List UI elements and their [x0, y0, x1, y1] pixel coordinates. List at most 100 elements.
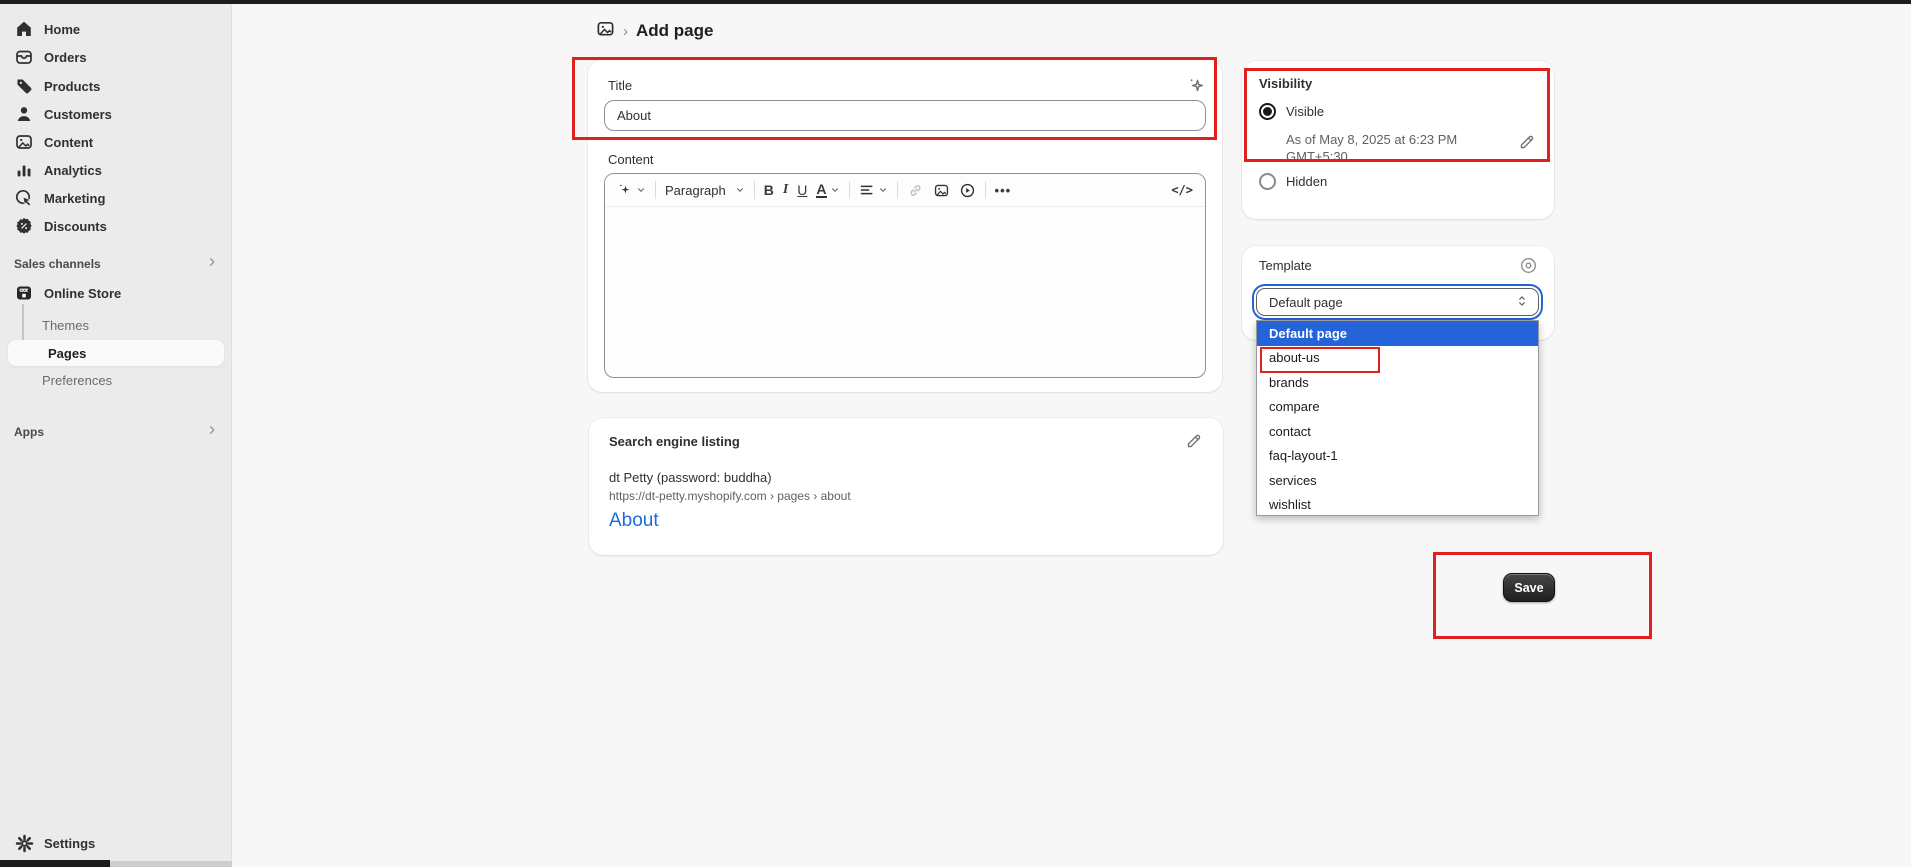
sidebar-item-settings[interactable]: Settings — [8, 830, 224, 856]
breadcrumb-separator: › — [623, 23, 628, 40]
visible-since-text: As of May 8, 2025 at 6:23 PM GMT+5:30 — [1286, 131, 1457, 165]
dropdown-option-contact[interactable]: contact — [1257, 419, 1538, 444]
gear-icon — [14, 833, 34, 853]
shopify-admin-add-page: Home Orders Products Customers Content A… — [0, 0, 1911, 867]
ai-sparkle-button[interactable] — [617, 182, 646, 198]
underline-button[interactable]: U — [797, 182, 807, 198]
template-dropdown-menu: Default page about-us brands compare con… — [1256, 320, 1539, 516]
italic-button[interactable]: I — [783, 182, 788, 198]
sidebar-item-label: Content — [44, 135, 93, 150]
seo-url: https://dt-petty.myshopify.com › pages ›… — [609, 489, 851, 503]
sidebar-item-orders[interactable]: Orders — [8, 44, 224, 70]
sidebar-item-pages[interactable]: Pages — [8, 340, 224, 366]
sidebar-item-label: Pages — [48, 346, 86, 361]
customers-icon — [14, 104, 34, 124]
visibility-heading: Visibility — [1259, 76, 1312, 91]
radio-selected-icon[interactable] — [1259, 103, 1276, 120]
search-engine-listing-card: Search engine listing dt Petty (password… — [589, 418, 1223, 555]
template-selected-value: Default page — [1269, 295, 1343, 310]
home-icon — [14, 19, 34, 39]
sidebar-section-apps[interactable]: Apps — [8, 419, 224, 445]
sidebar-item-customers[interactable]: Customers — [8, 101, 224, 127]
dropdown-option-compare[interactable]: compare — [1257, 395, 1538, 420]
sidebar-item-analytics[interactable]: Analytics — [8, 157, 224, 183]
insert-image-icon[interactable] — [933, 182, 950, 199]
sidebar-item-themes[interactable]: Themes — [8, 312, 224, 338]
chevron-right-icon — [206, 423, 218, 441]
select-updown-icon — [1516, 294, 1528, 311]
paragraph-style-dropdown[interactable]: Paragraph — [665, 183, 745, 198]
marketing-icon — [14, 188, 34, 208]
sidebar-item-discounts[interactable]: Discounts — [8, 213, 224, 239]
page-editor-card: Title Content Paragraph B I U A — [588, 60, 1222, 392]
dropdown-option-faq-layout-1[interactable]: faq-layout-1 — [1257, 444, 1538, 469]
sidebar-item-products[interactable]: Products — [8, 73, 224, 99]
insert-video-icon[interactable] — [959, 182, 976, 199]
sidebar-item-preferences[interactable]: Preferences — [8, 367, 224, 393]
edit-pencil-icon[interactable] — [1518, 133, 1536, 151]
apps-header-label: Apps — [14, 425, 44, 439]
toolbar-divider — [897, 181, 898, 199]
dropdown-option-default-page[interactable]: Default page — [1257, 321, 1538, 346]
sidebar-item-home[interactable]: Home — [8, 16, 224, 42]
hidden-radio-label: Hidden — [1286, 174, 1327, 189]
pages-breadcrumb-icon[interactable] — [596, 19, 615, 43]
toolbar-divider — [849, 181, 850, 199]
view-eye-icon[interactable] — [1519, 256, 1538, 275]
template-label: Template — [1259, 258, 1312, 273]
dropdown-option-brands[interactable]: brands — [1257, 370, 1538, 395]
link-icon[interactable] — [907, 182, 924, 199]
title-input[interactable] — [604, 100, 1206, 131]
save-button[interactable]: Save — [1503, 573, 1555, 602]
visibility-card: Visibility Visible As of May 8, 2025 at … — [1242, 61, 1554, 219]
alignment-button[interactable] — [859, 182, 888, 198]
seo-result-title-link[interactable]: About — [609, 510, 659, 532]
magic-sparkle-icon[interactable] — [1186, 76, 1206, 96]
sidebar-item-label: Themes — [42, 318, 89, 333]
bottom-chrome-strip — [0, 860, 110, 867]
sidebar-item-label: Home — [44, 22, 80, 37]
dropdown-option-services[interactable]: services — [1257, 468, 1538, 493]
sidebar-item-label: Marketing — [44, 191, 105, 206]
sidebar: Home Orders Products Customers Content A… — [0, 4, 232, 867]
online-store-icon — [14, 283, 34, 303]
content-icon — [14, 132, 34, 152]
sidebar-item-label: Discounts — [44, 219, 107, 234]
template-select[interactable]: Default page — [1256, 288, 1539, 316]
sidebar-item-label: Analytics — [44, 163, 102, 178]
more-options-icon[interactable]: ••• — [995, 183, 1012, 198]
content-field-label: Content — [608, 152, 654, 167]
toolbar-divider — [985, 181, 986, 199]
radio-unselected-icon[interactable] — [1259, 173, 1276, 190]
content-editing-area[interactable] — [605, 207, 1205, 378]
text-color-button[interactable]: A — [816, 182, 839, 198]
sidebar-item-label: Online Store — [44, 286, 121, 301]
edit-pencil-icon[interactable] — [1185, 432, 1203, 450]
sidebar-item-label: Products — [44, 79, 100, 94]
code-view-icon[interactable]: </> — [1171, 183, 1193, 197]
sidebar-item-marketing[interactable]: Marketing — [8, 185, 224, 211]
visible-since-line2: GMT+5:30 — [1286, 148, 1457, 165]
paragraph-style-label: Paragraph — [665, 183, 726, 198]
sidebar-item-label: Settings — [44, 836, 95, 851]
sidebar-item-content[interactable]: Content — [8, 129, 224, 155]
sidebar-section-sales-channels[interactable]: Sales channels — [8, 251, 224, 277]
products-icon — [14, 76, 34, 96]
visible-radio-label: Visible — [1286, 104, 1324, 119]
analytics-icon — [14, 160, 34, 180]
text-color-label: A — [816, 182, 826, 198]
visible-since-line1: As of May 8, 2025 at 6:23 PM — [1286, 131, 1457, 148]
hidden-radio-row[interactable]: Hidden — [1259, 173, 1327, 190]
visible-radio-row[interactable]: Visible — [1259, 103, 1324, 120]
dropdown-option-about-us[interactable]: about-us — [1257, 346, 1538, 371]
bold-button[interactable]: B — [764, 182, 774, 198]
editor-toolbar: Paragraph B I U A — [605, 174, 1205, 207]
breadcrumb: › Add page — [596, 18, 713, 44]
sidebar-item-online-store[interactable]: Online Store — [8, 280, 224, 306]
dropdown-option-wishlist[interactable]: wishlist — [1257, 493, 1538, 518]
toolbar-divider — [655, 181, 656, 199]
seo-store-name: dt Petty (password: buddha) — [609, 470, 772, 485]
sales-channels-header-label: Sales channels — [14, 257, 101, 271]
discounts-icon — [14, 216, 34, 236]
sidebar-item-label: Orders — [44, 50, 87, 65]
